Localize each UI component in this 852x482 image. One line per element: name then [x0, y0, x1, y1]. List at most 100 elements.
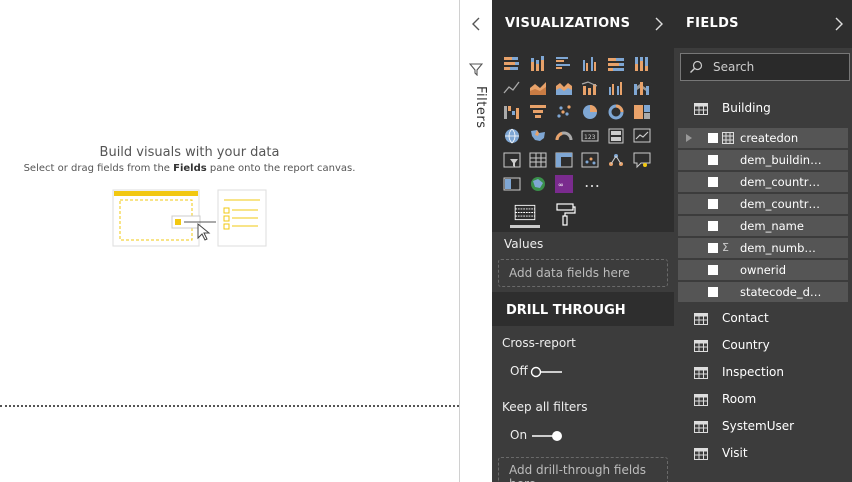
table-item-country[interactable]: Country [694, 336, 844, 356]
field-checkbox[interactable] [708, 287, 718, 297]
multi-row-card-icon[interactable] [606, 126, 626, 146]
paint-roller-icon[interactable] [550, 200, 580, 228]
map-icon[interactable] [502, 126, 522, 146]
visualizations-header: VISUALIZATIONS [492, 0, 674, 48]
field-name: statecode_d… [740, 285, 822, 299]
100-stacked-bar-chart-icon[interactable] [606, 54, 626, 74]
field-row[interactable]: dem_countr… [678, 194, 848, 214]
fields-tab-icon[interactable] [510, 200, 540, 228]
field-checkbox[interactable] [708, 243, 718, 253]
table-item-inspection[interactable]: Inspection [694, 363, 844, 383]
search-icon [690, 60, 703, 73]
r-script-visual-icon[interactable] [580, 150, 600, 170]
field-checkbox[interactable] [708, 177, 718, 187]
table-icon [694, 421, 708, 433]
table-icon [694, 103, 708, 115]
field-row[interactable]: dem_buildin… [678, 150, 848, 170]
cross-report-toggle[interactable] [530, 366, 564, 378]
gauge-icon[interactable] [554, 126, 574, 146]
canvas-hint-subtitle: Select or drag fields from the Fields pa… [23, 163, 356, 174]
donut-chart-icon[interactable] [606, 102, 626, 122]
field-checkbox[interactable] [708, 155, 718, 165]
stacked-column-chart-icon[interactable] [528, 54, 548, 74]
expand-triangle-icon[interactable] [686, 134, 692, 142]
expand-left-chevron-icon[interactable] [469, 14, 483, 34]
page-boundary [0, 405, 459, 407]
collapse-right-chevron-icon[interactable] [654, 16, 664, 32]
table-item-systemuser[interactable]: SystemUser [694, 417, 844, 437]
field-name: dem_name [740, 219, 804, 233]
table-item-building[interactable]: Building [694, 99, 844, 119]
keep-all-filters-toggle[interactable] [530, 430, 564, 442]
table-icon [694, 394, 708, 406]
calendar-table-icon [722, 132, 734, 144]
clustered-bar-chart-icon[interactable] [554, 54, 574, 74]
table-icon [694, 313, 708, 325]
line-chart-icon[interactable] [502, 78, 522, 98]
table-visual-icon[interactable] [528, 150, 548, 170]
keep-all-filters-state: On [510, 428, 528, 442]
filters-label[interactable]: Filters [464, 86, 488, 146]
drill-through-title: DRILL THROUGH [506, 303, 626, 318]
card-icon[interactable]: 123 [580, 126, 600, 146]
filled-map-icon[interactable] [528, 126, 548, 146]
line-and-clustered-column-chart-icon[interactable] [606, 78, 626, 98]
stacked-bar-chart-icon[interactable] [502, 54, 522, 74]
more-visuals-icon[interactable]: … [584, 172, 600, 191]
filters-pane-collapsed[interactable]: Filters [460, 0, 492, 482]
table-name: Inspection [722, 365, 784, 379]
custom-visual-icon[interactable]: ∞ [554, 174, 574, 194]
field-row-createdon[interactable]: createdon [678, 128, 848, 148]
field-checkbox[interactable] [708, 133, 718, 143]
field-name: dem_countr… [740, 175, 821, 189]
100-stacked-column-chart-icon[interactable] [632, 54, 652, 74]
svg-text:∞: ∞ [558, 181, 564, 189]
table-icon [694, 340, 708, 352]
pie-chart-icon[interactable] [580, 102, 600, 122]
field-row[interactable]: ownerid [678, 260, 848, 280]
table-item-visit[interactable]: Visit [694, 444, 844, 464]
decomposition-tree-icon[interactable] [502, 174, 522, 194]
kpi-icon[interactable] [632, 126, 652, 146]
clustered-column-chart-icon[interactable] [580, 54, 600, 74]
field-row[interactable]: statecode_d… [678, 282, 848, 302]
collapse-fields-chevron-icon[interactable] [834, 16, 844, 32]
values-dropzone[interactable]: Add data fields here [498, 259, 668, 287]
field-checkbox[interactable] [708, 265, 718, 275]
area-chart-icon[interactable] [528, 78, 548, 98]
fields-title: FIELDS [686, 16, 739, 31]
field-row[interactable]: Σ dem_numb… [678, 238, 848, 258]
stacked-area-chart-icon[interactable] [554, 78, 574, 98]
fields-search-input[interactable]: Search [680, 53, 850, 81]
field-row[interactable]: dem_name [678, 216, 848, 236]
cross-report-label: Cross-report [502, 336, 576, 350]
qa-visual-icon[interactable] [632, 150, 652, 170]
keep-all-filters-label: Keep all filters [502, 400, 588, 414]
visualizations-pane: VISUALIZATIONS 123 ∞ … Values Add data f… [492, 0, 674, 482]
key-influencers-icon[interactable] [606, 150, 626, 170]
visualizations-title: VISUALIZATIONS [505, 16, 631, 31]
build-visual-illustration [112, 189, 267, 247]
field-checkbox[interactable] [708, 221, 718, 231]
funnel-icon [469, 63, 483, 76]
matrix-icon[interactable] [554, 150, 574, 170]
drill-through-dropzone[interactable]: Add drill-through fields here [498, 457, 668, 482]
line-and-stacked-column-chart-icon[interactable] [580, 78, 600, 98]
table-name: Room [722, 392, 757, 406]
values-label: Values [504, 237, 544, 251]
arcgis-map-icon[interactable] [528, 174, 548, 194]
waterfall-chart-icon[interactable] [502, 102, 522, 122]
table-item-room[interactable]: Room [694, 390, 844, 410]
field-row[interactable]: dem_countr… [678, 172, 848, 192]
scatter-chart-icon[interactable] [554, 102, 574, 122]
treemap-icon[interactable] [632, 102, 652, 122]
table-name: Building [722, 101, 771, 115]
ribbon-chart-icon[interactable] [632, 78, 652, 98]
field-checkbox[interactable] [708, 199, 718, 209]
funnel-chart-icon[interactable] [528, 102, 548, 122]
slicer-icon[interactable] [502, 150, 522, 170]
report-canvas[interactable]: Build visuals with your data Select or d… [0, 0, 459, 482]
sigma-icon: Σ [722, 241, 729, 254]
svg-text:123: 123 [584, 134, 596, 141]
table-item-contact[interactable]: Contact [694, 309, 844, 329]
